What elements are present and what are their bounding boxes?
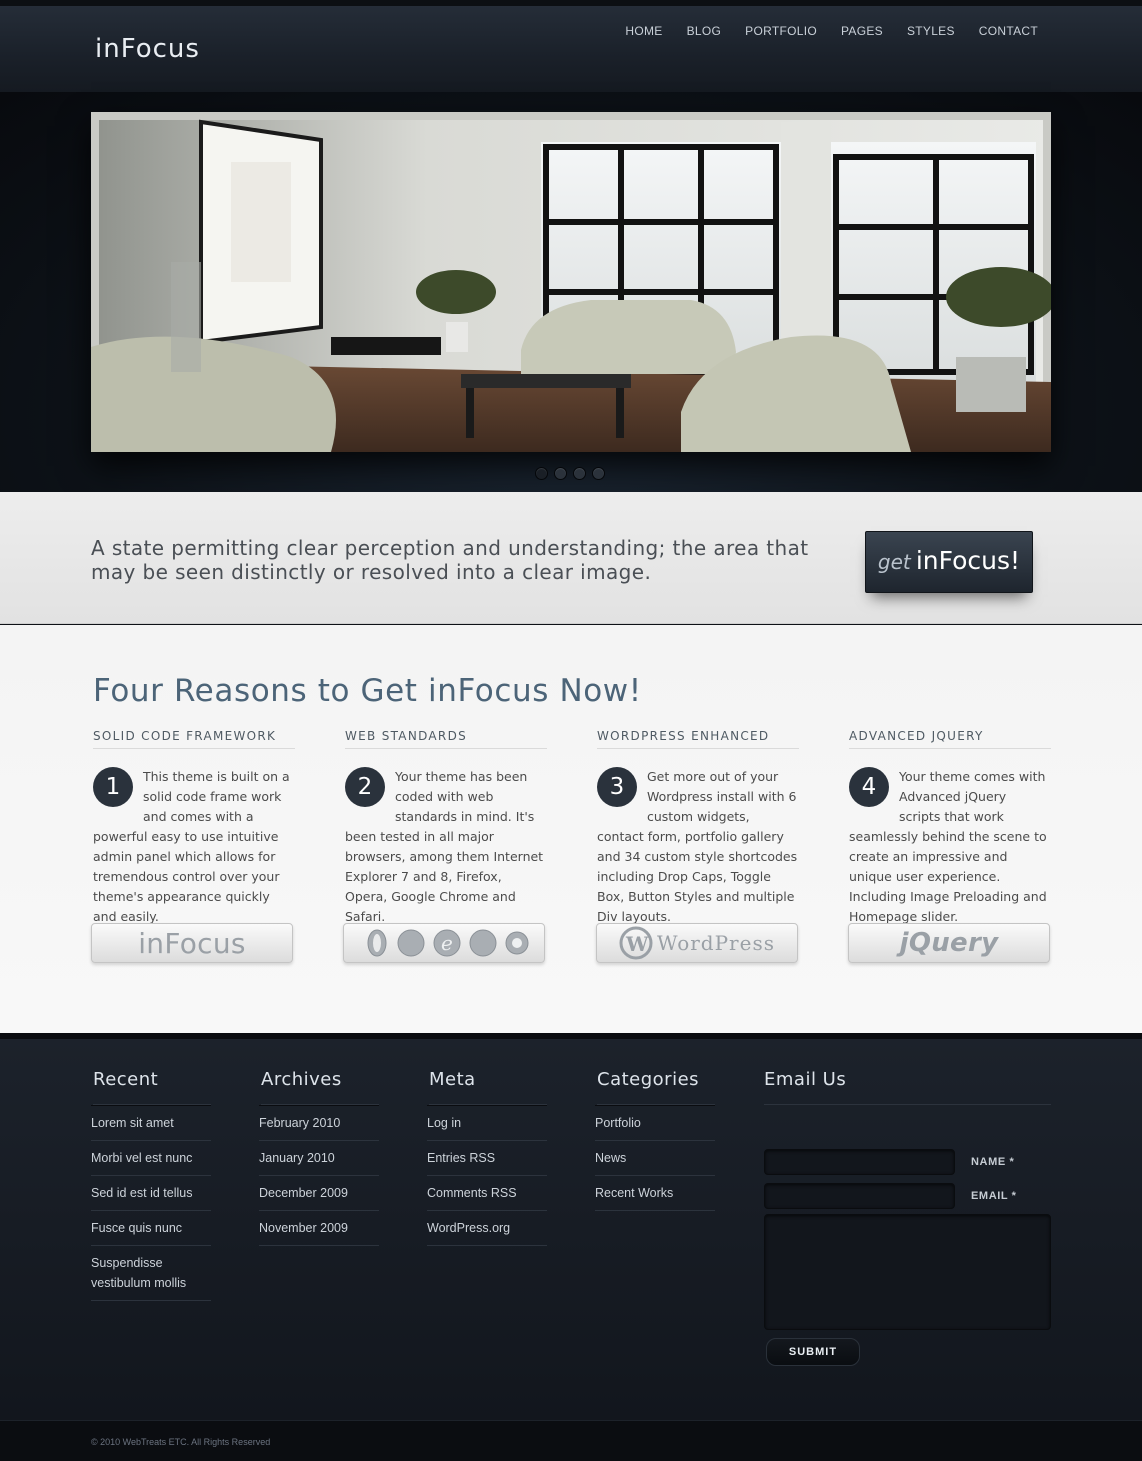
reason-column-3: WORDPRESS ENHANCED 3 Get more out of your…: [597, 729, 799, 927]
recent-post-link[interactable]: Fusce quis nunc: [91, 1211, 211, 1246]
meta-link-entries-rss[interactable]: Entries RSS: [427, 1141, 547, 1176]
name-row: NAME *: [764, 1149, 1051, 1175]
reason-heading: WORDPRESS ENHANCED: [597, 729, 799, 749]
submit-button[interactable]: SUBMIT: [766, 1338, 860, 1366]
category-link[interactable]: Recent Works: [595, 1176, 715, 1211]
cta-brand-label: inFocus!: [915, 546, 1021, 575]
footer-email-form: Email Us NAME * EMAIL * SUBMIT: [764, 1069, 1051, 1366]
footer-meta: Meta Log in Entries RSS Comments RSS Wor…: [427, 1069, 547, 1246]
footer-meta-title: Meta: [429, 1069, 547, 1105]
archive-link[interactable]: January 2010: [259, 1141, 379, 1176]
svg-text:e: e: [441, 931, 453, 955]
reason-heading: WEB STANDARDS: [345, 729, 547, 749]
site-logo[interactable]: inFocus: [95, 34, 200, 64]
infocus-logo-badge[interactable]: inFocus: [91, 923, 293, 963]
site-footer: Recent Lorem sit amet Morbi vel est nunc…: [0, 1033, 1142, 1420]
archive-link[interactable]: November 2009: [259, 1211, 379, 1246]
footer-archives-title: Archives: [261, 1069, 379, 1105]
browser-logos-badge[interactable]: e: [343, 923, 545, 963]
slider-pagination: [535, 467, 605, 480]
reason-heading: SOLID CODE FRAMEWORK: [93, 729, 295, 749]
email-form-title: Email Us: [764, 1069, 1051, 1105]
site-header: inFocus HOME BLOG PORTFOLIO PAGES STYLES…: [0, 0, 1142, 92]
name-label: NAME *: [971, 1156, 1015, 1168]
nav-styles[interactable]: STYLES: [895, 18, 967, 44]
reason-column-4: ADVANCED JQUERY 4 Your theme comes with A…: [849, 729, 1051, 927]
name-input[interactable]: [764, 1149, 955, 1175]
category-link[interactable]: Portfolio: [595, 1105, 715, 1141]
tagline-text: A state permitting clear perception and …: [91, 536, 809, 584]
category-link[interactable]: News: [595, 1141, 715, 1176]
nav-blog[interactable]: BLOG: [675, 18, 734, 44]
reason-number: 1: [93, 767, 133, 807]
meta-link-login[interactable]: Log in: [427, 1105, 547, 1141]
jquery-badge-text: jQuery: [899, 928, 999, 958]
copyright-bar: © 2010 WebTreats ETC. All Rights Reserve…: [0, 1420, 1142, 1461]
footer-archives: Archives February 2010 January 2010 Dece…: [259, 1069, 379, 1246]
meta-link-wordpress[interactable]: WordPress.org: [427, 1211, 547, 1246]
wordpress-icon: W: [619, 926, 653, 960]
message-textarea[interactable]: [764, 1214, 1051, 1330]
slider-dot-3[interactable]: [573, 467, 586, 480]
archive-link[interactable]: December 2009: [259, 1176, 379, 1211]
reason-number: 2: [345, 767, 385, 807]
footer-recent-title: Recent: [93, 1069, 211, 1105]
main-content: Four Reasons to Get inFocus Now! SOLID C…: [0, 625, 1142, 1033]
footer-recent: Recent Lorem sit amet Morbi vel est nunc…: [91, 1069, 211, 1301]
cta-get-label: get: [877, 550, 911, 574]
recent-post-link[interactable]: Suspendisse vestibulum mollis: [91, 1246, 211, 1301]
svg-text:W: W: [625, 932, 649, 956]
reason-heading: ADVANCED JQUERY: [849, 729, 1051, 749]
slider-dot-4[interactable]: [592, 467, 605, 480]
wordpress-logo-badge[interactable]: W WordPress: [596, 923, 798, 963]
infocus-badge-text: inFocus: [138, 926, 246, 960]
reason-number: 3: [597, 767, 637, 807]
jquery-logo-badge[interactable]: jQuery: [848, 923, 1050, 963]
recent-post-link[interactable]: Lorem sit amet: [91, 1105, 211, 1141]
nav-pages[interactable]: PAGES: [829, 18, 895, 44]
tagline-bar: A state permitting clear perception and …: [0, 492, 1142, 624]
slider-dot-2[interactable]: [554, 467, 567, 480]
main-nav: HOME BLOG PORTFOLIO PAGES STYLES CONTACT: [613, 18, 1050, 44]
footer-categories: Categories Portfolio News Recent Works: [595, 1069, 715, 1211]
footer-categories-title: Categories: [597, 1069, 715, 1105]
slide-image[interactable]: [91, 112, 1051, 452]
recent-post-link[interactable]: Morbi vel est nunc: [91, 1141, 211, 1176]
reason-column-1: SOLID CODE FRAMEWORK 1 This theme is buil…: [93, 729, 295, 927]
email-label: EMAIL *: [971, 1190, 1017, 1202]
meta-link-comments-rss[interactable]: Comments RSS: [427, 1176, 547, 1211]
copyright-text: © 2010 WebTreats ETC. All Rights Reserve…: [91, 1437, 271, 1447]
archive-link[interactable]: February 2010: [259, 1105, 379, 1141]
browser-icons: e: [367, 929, 529, 957]
slider-dot-1[interactable]: [535, 467, 548, 480]
nav-contact[interactable]: CONTACT: [967, 18, 1050, 44]
reason-number: 4: [849, 767, 889, 807]
email-row: EMAIL *: [764, 1183, 1051, 1209]
wordpress-badge-text: WordPress: [657, 931, 775, 955]
recent-post-link[interactable]: Sed id est id tellus: [91, 1176, 211, 1211]
email-input[interactable]: [764, 1183, 955, 1209]
reason-column-2: WEB STANDARDS 2 Your theme has been coded…: [345, 729, 547, 927]
nav-home[interactable]: HOME: [613, 18, 674, 44]
nav-portfolio[interactable]: PORTFOLIO: [733, 18, 829, 44]
get-infocus-button[interactable]: get inFocus!: [865, 531, 1033, 593]
homepage-slider: [0, 92, 1142, 492]
page-title: Four Reasons to Get inFocus Now!: [93, 673, 642, 709]
